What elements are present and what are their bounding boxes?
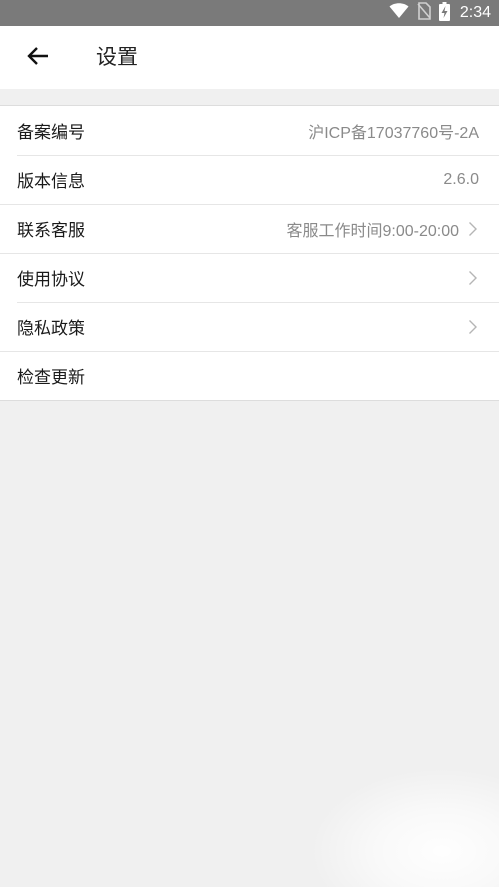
back-button[interactable] xyxy=(18,40,58,76)
setting-label: 隐私政策 xyxy=(17,319,85,339)
setting-label: 使用协议 xyxy=(17,270,85,290)
setting-row-contact-support[interactable]: 联系客服 客服工作时间9:00-20:00 xyxy=(0,204,499,253)
app-bar: 设置 xyxy=(0,26,499,89)
setting-row-icp[interactable]: 备案编号 沪ICP备17037760号-2A xyxy=(0,106,499,155)
service-hours-value: 客服工作时间9:00-20:00 xyxy=(286,222,459,240)
chevron-right-icon xyxy=(467,318,479,336)
chevron-right-icon xyxy=(467,269,479,287)
setting-label: 联系客服 xyxy=(17,221,85,241)
page-title: 设置 xyxy=(96,45,138,69)
setting-row-user-agreement[interactable]: 使用协议 xyxy=(0,253,499,302)
status-time: 2:34 xyxy=(459,4,491,21)
setting-label: 备案编号 xyxy=(17,123,85,143)
setting-row-version[interactable]: 版本信息 2.6.0 xyxy=(0,155,499,204)
setting-row-privacy-policy[interactable]: 隐私政策 xyxy=(0,302,499,351)
settings-list: 备案编号 沪ICP备17037760号-2A 版本信息 2.6.0 联系客服 客… xyxy=(0,105,499,401)
wifi-icon xyxy=(389,3,409,23)
version-value: 2.6.0 xyxy=(443,170,479,188)
status-icons: 2:34 xyxy=(389,0,491,26)
no-sim-icon xyxy=(417,2,431,24)
arrow-left-icon xyxy=(27,46,49,70)
status-bar: 2:34 xyxy=(0,0,499,26)
icp-number-value: 沪ICP备17037760号-2A xyxy=(308,124,479,142)
setting-label: 检查更新 xyxy=(17,368,85,388)
battery-charging-icon xyxy=(438,1,450,25)
screen-glare xyxy=(309,767,499,887)
chevron-right-icon xyxy=(467,220,479,238)
setting-label: 版本信息 xyxy=(17,172,85,192)
setting-row-check-update[interactable]: 检查更新 xyxy=(0,351,499,400)
